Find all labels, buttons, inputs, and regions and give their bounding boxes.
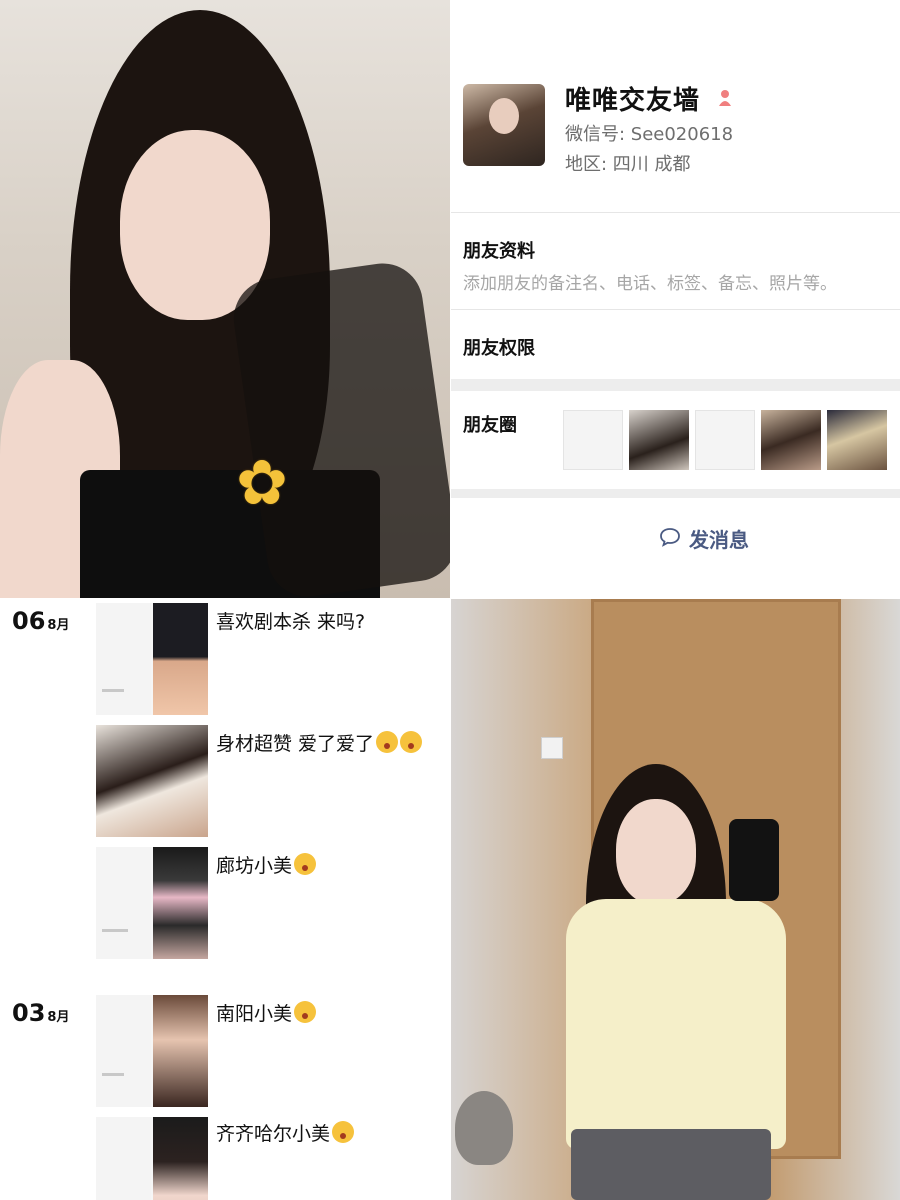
surprised-emoji-icon: [294, 853, 317, 875]
friend-info-row[interactable]: 朋友资料 添加朋友的备注名、电话、标签、备忘、照片等。: [451, 212, 900, 309]
profile-avatar[interactable]: [463, 84, 545, 166]
surprised-emoji-icon: [294, 1001, 317, 1023]
section-divider: [451, 489, 900, 498]
moments-thumb: [629, 410, 689, 470]
photo-thumb: [153, 603, 208, 715]
date-month: 8月: [47, 1010, 70, 1025]
selfie-thumb: [153, 995, 208, 1107]
cat-shape: [455, 1091, 513, 1165]
kiss-emoji-icon: [376, 731, 399, 753]
post-caption: 喜欢剧本杀 来吗?: [216, 607, 365, 634]
photo-collage-thumb: [153, 847, 208, 959]
light-switch-shape: [541, 737, 563, 759]
female-icon: [719, 90, 731, 106]
placeholder-line: [102, 689, 124, 692]
placeholder-line: [102, 1073, 124, 1076]
date-day: 03: [12, 999, 46, 1027]
hoodie-shape: [566, 899, 786, 1149]
post-thumbnail[interactable]: [96, 725, 208, 837]
date-month: 8月: [47, 618, 70, 633]
kiss-emoji-icon: [400, 731, 423, 753]
post-caption-text: 南阳小美: [216, 1003, 293, 1025]
skirt-shape: [571, 1129, 771, 1200]
post-thumbnail[interactable]: [96, 995, 208, 1107]
friend-permission-row[interactable]: 朋友权限: [451, 309, 900, 379]
wechat-id: 微信号: See020618: [565, 124, 734, 145]
selfie-thumb: [153, 1117, 208, 1200]
phone-shape: [729, 819, 779, 901]
post-caption: 南阳小美: [216, 999, 317, 1026]
screenshot-thumb: [96, 603, 151, 715]
moments-thumbnails: [563, 410, 893, 470]
smug-emoji-icon: [332, 1121, 355, 1143]
moments-thumb: [827, 410, 887, 470]
moments-thumb: [761, 410, 821, 470]
moments-thumb: [695, 410, 755, 470]
friend-info-subtitle: 添加朋友的备注名、电话、标签、备忘、照片等。: [463, 274, 837, 294]
mirror-selfie-photo: [451, 599, 900, 1200]
moments-title: 朋友圈: [463, 415, 517, 436]
post-thumbnail[interactable]: [96, 847, 208, 959]
moments-timeline: 06 8月 喜欢剧本杀 来吗? 身材超赞 爱了爱了 廊坊小美 03 8月 南阳小美 …: [0, 599, 450, 1200]
post-caption: 齐齐哈尔小美: [216, 1119, 355, 1146]
screenshot-thumb: [96, 847, 151, 959]
selfie-photo-black-dress: ✿: [0, 0, 450, 598]
date-label: 06 8月: [12, 607, 69, 635]
friend-permission-title: 朋友权限: [463, 338, 535, 359]
contact-profile-panel: 唯唯交友墙 微信号: See020618 地区: 四川 成都 朋友资料 添加朋友…: [451, 0, 900, 598]
screenshot-thumb: [96, 1117, 151, 1200]
screenshot-thumb: [96, 995, 151, 1107]
post-caption-text: 廊坊小美: [216, 855, 293, 877]
placeholder-line: [102, 929, 128, 932]
post-thumbnail[interactable]: [96, 603, 208, 715]
post-caption: 身材超赞 爱了爱了: [216, 729, 423, 756]
date-day: 06: [12, 607, 46, 635]
friend-info-title: 朋友资料: [463, 241, 535, 262]
post-caption-text: 喜欢剧本杀 来吗?: [216, 611, 366, 633]
date-label: 03 8月: [12, 999, 69, 1027]
chat-bubble-icon: [660, 528, 680, 547]
section-divider: [451, 379, 900, 391]
post-caption-text: 身材超赞 爱了爱了: [216, 733, 375, 755]
region-text: 地区: 四川 成都: [565, 154, 691, 175]
profile-nickname: 唯唯交友墙: [565, 86, 701, 116]
moments-thumb: [563, 410, 623, 470]
post-thumbnail[interactable]: [96, 1117, 208, 1200]
flower-sticker-icon: ✿: [236, 446, 288, 519]
send-message-label[interactable]: 发消息: [689, 524, 749, 553]
post-caption: 廊坊小美: [216, 851, 317, 878]
face-shape: [616, 799, 696, 904]
post-caption-text: 齐齐哈尔小美: [216, 1123, 331, 1145]
